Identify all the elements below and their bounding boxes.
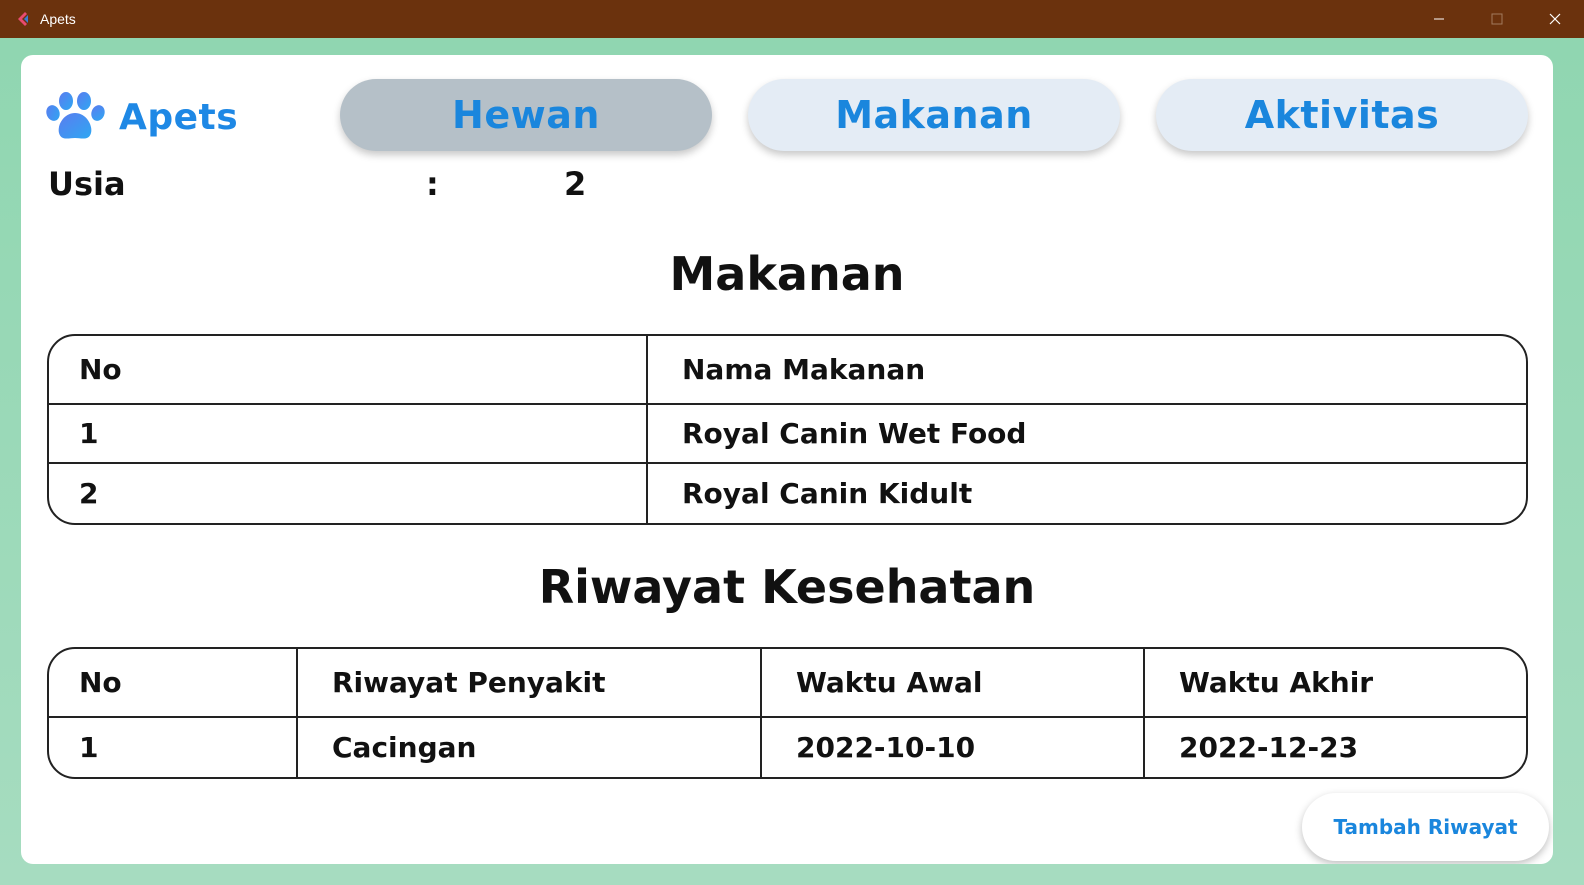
table-row[interactable]: 1 Royal Canin Wet Food bbox=[49, 405, 1526, 464]
section-title-riwayat: Riwayat Kesehatan bbox=[538, 560, 1036, 614]
brand-name: Apets bbox=[119, 96, 239, 138]
column-header: Nama Makanan bbox=[648, 336, 1526, 405]
table-cell: 1 bbox=[49, 405, 648, 464]
close-icon[interactable] bbox=[1526, 0, 1584, 38]
window-title: Apets bbox=[40, 11, 76, 27]
section-title-makanan: Makanan bbox=[669, 247, 905, 301]
main-panel: Apets Hewan Makanan Aktivitas Usia : 2 M… bbox=[21, 55, 1553, 864]
makanan-table: No Nama Makanan 1 Royal Canin Wet Food 2… bbox=[47, 334, 1528, 525]
detail-colon: : bbox=[426, 165, 439, 203]
table-cell: Royal Canin Wet Food bbox=[648, 405, 1526, 464]
column-header: Waktu Awal bbox=[762, 649, 1145, 718]
app-logo-icon bbox=[14, 10, 32, 28]
nav-aktivitas-button[interactable]: Aktivitas bbox=[1156, 79, 1528, 151]
window-controls bbox=[1410, 0, 1584, 38]
nav-hewan-button[interactable]: Hewan bbox=[340, 79, 712, 151]
minimize-icon[interactable] bbox=[1410, 0, 1468, 38]
maximize-icon[interactable] bbox=[1468, 0, 1526, 38]
table-cell: 2 bbox=[49, 464, 648, 523]
table-cell: Royal Canin Kidult bbox=[682, 477, 973, 510]
tambah-riwayat-button[interactable]: Tambah Riwayat bbox=[1302, 793, 1549, 861]
brand: Apets bbox=[45, 91, 238, 143]
paw-icon bbox=[46, 92, 105, 139]
table-header-row: No Nama Makanan bbox=[49, 336, 1526, 405]
table-cell: 2022-12-23 bbox=[1179, 731, 1359, 764]
detail-row-usia: Usia : 2 bbox=[48, 165, 748, 205]
table-cell: 2022-10-10 bbox=[762, 718, 1145, 777]
table-cell: Cacingan bbox=[298, 718, 762, 777]
table-row[interactable]: 1 Cacingan 2022-10-10 2022-12-23 bbox=[49, 718, 1526, 777]
nav-makanan-button[interactable]: Makanan bbox=[748, 79, 1120, 151]
detail-value: 2 bbox=[564, 165, 587, 203]
column-header: No bbox=[49, 649, 298, 718]
detail-label: Usia bbox=[48, 165, 126, 203]
column-header: Riwayat Penyakit bbox=[298, 649, 762, 718]
riwayat-table: No Riwayat Penyakit Waktu Awal Waktu Akh… bbox=[47, 647, 1528, 779]
column-header: Waktu Akhir bbox=[1145, 649, 1526, 718]
table-header-row: No Riwayat Penyakit Waktu Awal Waktu Akh… bbox=[49, 649, 1526, 718]
table-row[interactable]: 2 Royal Canin Kidult bbox=[49, 464, 1526, 523]
column-header: No bbox=[49, 336, 648, 405]
table-cell: 1 bbox=[49, 718, 298, 777]
window-titlebar: Apets bbox=[0, 0, 1584, 38]
